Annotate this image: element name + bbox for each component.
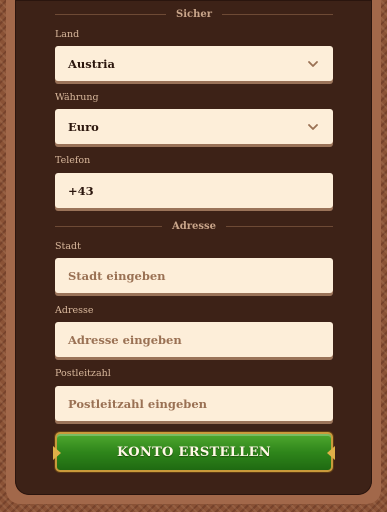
section-header-address: Adresse [55,219,334,233]
divider [222,13,334,15]
divider [55,13,166,15]
phone-value: +43 [68,183,94,198]
postal-label: Postleitzahl [55,368,111,379]
currency-label: Währung [55,92,99,103]
city-placeholder: Stadt eingeben [68,268,166,283]
button-ornament-right [327,446,335,460]
button-ornament-left [53,446,61,460]
currency-select[interactable]: Euro [55,109,333,144]
divider [226,225,334,227]
section-title: Sicher [176,8,213,20]
street-placeholder: Adresse eingeben [68,332,182,347]
phone-label: Telefon [55,155,91,166]
section-header-secure: Sicher [55,7,334,21]
currency-value: Euro [68,119,99,134]
country-label: Land [55,29,80,40]
street-label: Adresse [55,305,94,316]
create-account-label: KONTO ERSTELLEN [117,444,271,460]
section-title: Adresse [172,220,217,232]
city-input[interactable]: Stadt eingeben [55,258,333,293]
divider [55,225,162,227]
street-input[interactable]: Adresse eingeben [55,322,333,357]
phone-input[interactable]: +43 [55,173,333,208]
chevron-down-icon [308,123,318,130]
city-label: Stadt [55,241,81,252]
create-account-button[interactable]: KONTO ERSTELLEN [53,432,335,472]
postal-placeholder: Postleitzahl eingeben [68,396,207,411]
country-select[interactable]: Austria [55,46,333,81]
postal-input[interactable]: Postleitzahl eingeben [55,386,333,421]
country-value: Austria [68,56,115,71]
chevron-down-icon [308,60,318,67]
